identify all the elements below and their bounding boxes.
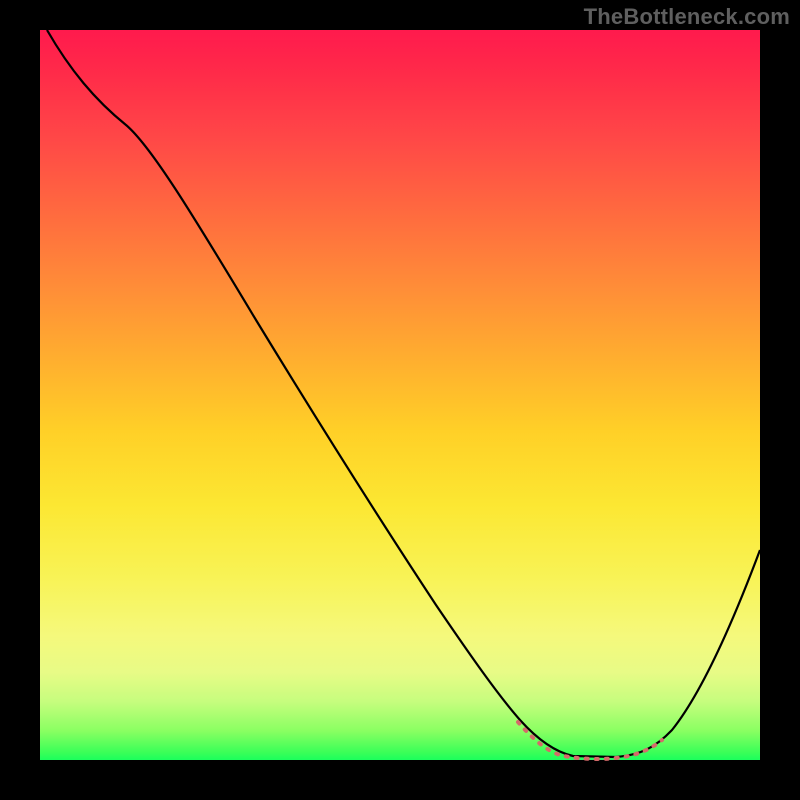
optimal-range-marker <box>518 722 662 759</box>
bottleneck-curve <box>47 30 760 757</box>
watermark-text: TheBottleneck.com <box>584 4 790 30</box>
curve-svg <box>40 30 760 760</box>
plot-area <box>40 30 760 760</box>
chart-frame: TheBottleneck.com <box>0 0 800 800</box>
